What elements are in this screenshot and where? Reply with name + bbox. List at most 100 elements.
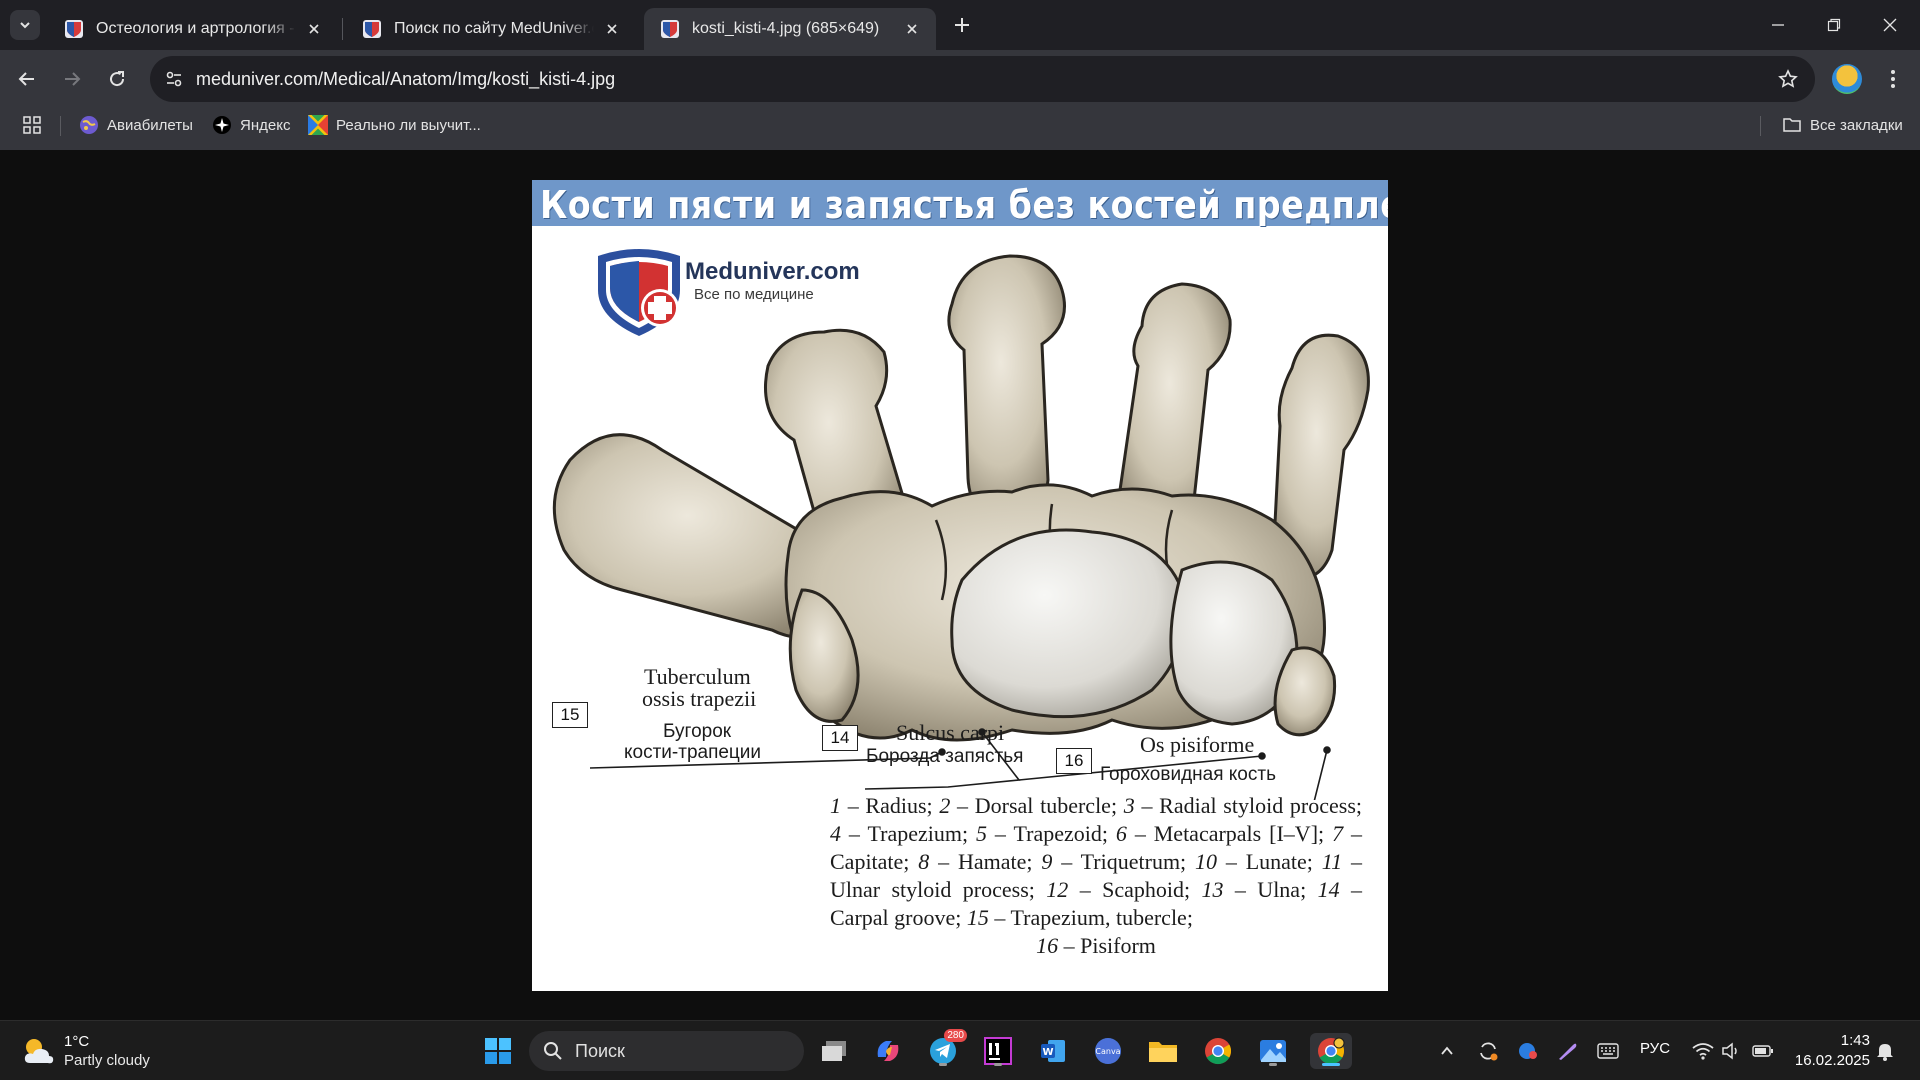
caption-number: 12: [1046, 877, 1069, 902]
active-indicator: [1322, 1063, 1340, 1066]
hand-bones-illustration: [552, 254, 1370, 800]
minimize-button[interactable]: [1750, 0, 1806, 50]
tab-kosti-kisti-image[interactable]: kosti_kisti-4.jpg (685×649): [644, 8, 936, 50]
close-icon[interactable]: [602, 19, 622, 39]
reload-button[interactable]: [99, 61, 135, 97]
caption-text: – Trapezoid;: [987, 821, 1116, 846]
clock-time: 1:43: [1840, 1032, 1870, 1049]
label-bugorok-line2: кости-трапеции: [624, 742, 762, 763]
copilot-button[interactable]: [870, 1033, 906, 1069]
caption-text: – Scaphoid;: [1068, 877, 1202, 902]
site-info-button[interactable]: [158, 63, 190, 95]
app-tray-button[interactable]: [1513, 1035, 1543, 1067]
forward-button[interactable]: [54, 61, 90, 97]
start-button[interactable]: [480, 1033, 516, 1069]
windows-logo-icon: [485, 1038, 511, 1064]
profile-avatar[interactable]: [1832, 64, 1862, 94]
running-indicator: [994, 1063, 1002, 1066]
caption-number: 5: [976, 821, 987, 846]
new-tab-button[interactable]: [947, 10, 977, 40]
close-icon[interactable]: [304, 19, 324, 39]
tab-title: Остеология и артрология - ск: [96, 20, 296, 37]
caption-number: 10: [1195, 849, 1218, 874]
caption-text: – Trapezium, tubercle;: [988, 905, 1193, 930]
svg-text:Canva: Canva: [1095, 1047, 1120, 1056]
url-text[interactable]: meduniver.com/Medical/Anatom/Img/kosti_k…: [196, 56, 615, 102]
caption-last-line: 16 – Pisiform: [830, 932, 1362, 960]
tab-search-button[interactable]: [10, 10, 40, 40]
bookmark-aviabilety[interactable]: Авиабилеты: [79, 108, 193, 142]
meduniver-favicon-icon: [363, 20, 381, 38]
plus-icon: [955, 18, 969, 32]
caption-text: – Metacarpals [I–V];: [1126, 821, 1333, 846]
photos-button[interactable]: [1255, 1033, 1291, 1069]
caption-number: 3: [1123, 793, 1135, 818]
all-bookmarks-button[interactable]: Все закладки: [1782, 108, 1903, 142]
clock[interactable]: 1:43 16.02.2025: [1794, 1031, 1870, 1071]
weather-widget[interactable]: 1°C Partly cloudy: [20, 1031, 190, 1071]
address-bar[interactable]: meduniver.com/Medical/Anatom/Img/kosti_k…: [150, 56, 1815, 102]
label-number-16: 16: [1056, 748, 1092, 774]
battery-button[interactable]: [1748, 1035, 1778, 1067]
label-bugorok-line1: Бугорок: [663, 721, 732, 742]
tab-osteology[interactable]: Остеология и артрология - ск: [48, 8, 338, 50]
caption-number: 14: [1317, 877, 1340, 902]
wifi-button[interactable]: [1688, 1035, 1718, 1067]
bookmark-realno[interactable]: Реально ли выучит...: [308, 108, 481, 142]
input-language[interactable]: РУС: [1640, 1040, 1670, 1057]
close-window-button[interactable]: [1862, 0, 1918, 50]
tab-separator: [342, 18, 343, 40]
battery-icon: [1752, 1045, 1773, 1057]
show-hidden-icons-button[interactable]: [1432, 1035, 1462, 1067]
caption-number: 4: [830, 821, 841, 846]
label-borozda: Борозда запястья: [866, 746, 1024, 767]
back-button[interactable]: [9, 61, 45, 97]
tab-title: Поиск по сайту MedUniver.com: [394, 20, 594, 37]
bookmarks-separator: [1760, 116, 1761, 136]
close-icon[interactable]: [902, 19, 922, 39]
meduniver-favicon-icon: [661, 20, 679, 38]
taskbar: 1°C Partly cloudy Поиск 280 W Canva РУС …: [0, 1020, 1920, 1080]
caption-text: – Radial styloid process;: [1134, 793, 1362, 818]
task-view-button[interactable]: [816, 1033, 852, 1069]
copilot-icon: [877, 1041, 899, 1061]
task-view-icon: [822, 1041, 846, 1061]
weather-condition: Partly cloudy: [64, 1052, 150, 1069]
bookmark-yandex[interactable]: Яндекс: [212, 108, 290, 142]
taskbar-search[interactable]: Поиск: [529, 1031, 804, 1071]
canva-button[interactable]: Canva: [1090, 1033, 1126, 1069]
telegram-badge: 280: [944, 1029, 967, 1042]
yandex-icon: [213, 116, 231, 134]
intellij-icon: [984, 1037, 1012, 1065]
browser-menu-button[interactable]: [1878, 64, 1908, 94]
sync-icon: [1480, 1042, 1498, 1061]
tune-icon: [166, 71, 182, 87]
notifications-button[interactable]: [1870, 1035, 1900, 1067]
chrome-button[interactable]: [1200, 1033, 1236, 1069]
telegram-button[interactable]: 280: [925, 1029, 967, 1069]
volume-button[interactable]: [1716, 1035, 1746, 1067]
word-button[interactable]: W: [1035, 1033, 1071, 1069]
articular-surface-lunate-scaphoid: [950, 528, 1186, 719]
label-gorokhovidnaya: Гороховидная кость: [1100, 764, 1276, 785]
chrome-active-button[interactable]: [1310, 1033, 1352, 1069]
arrow-left-icon: [18, 72, 34, 86]
weather-temperature: 1°C: [64, 1033, 90, 1050]
tab-search-meduniver[interactable]: Поиск по сайту MedUniver.com: [346, 8, 636, 50]
anatomy-image[interactable]: Кости пясти и запястья без костей предпл…: [532, 180, 1388, 991]
wifi-icon: [1692, 1043, 1714, 1060]
bookmark-label: Авиабилеты: [107, 116, 193, 134]
pen-tray-button[interactable]: [1552, 1035, 1582, 1067]
sync-tray-button[interactable]: [1473, 1035, 1503, 1067]
chevron-down-icon: [20, 22, 30, 29]
intellij-button[interactable]: [980, 1033, 1016, 1069]
bookmark-star-button[interactable]: [1773, 64, 1803, 94]
pen-icon: [1559, 1043, 1577, 1060]
volume-icon: [1722, 1042, 1737, 1060]
file-explorer-button[interactable]: [1145, 1033, 1181, 1069]
caption-text: – Dorsal tubercle;: [950, 793, 1124, 818]
touch-keyboard-button[interactable]: [1593, 1035, 1623, 1067]
apps-button[interactable]: [22, 108, 42, 142]
caption-text: – Lunate;: [1217, 849, 1322, 874]
restore-button[interactable]: [1806, 0, 1862, 50]
